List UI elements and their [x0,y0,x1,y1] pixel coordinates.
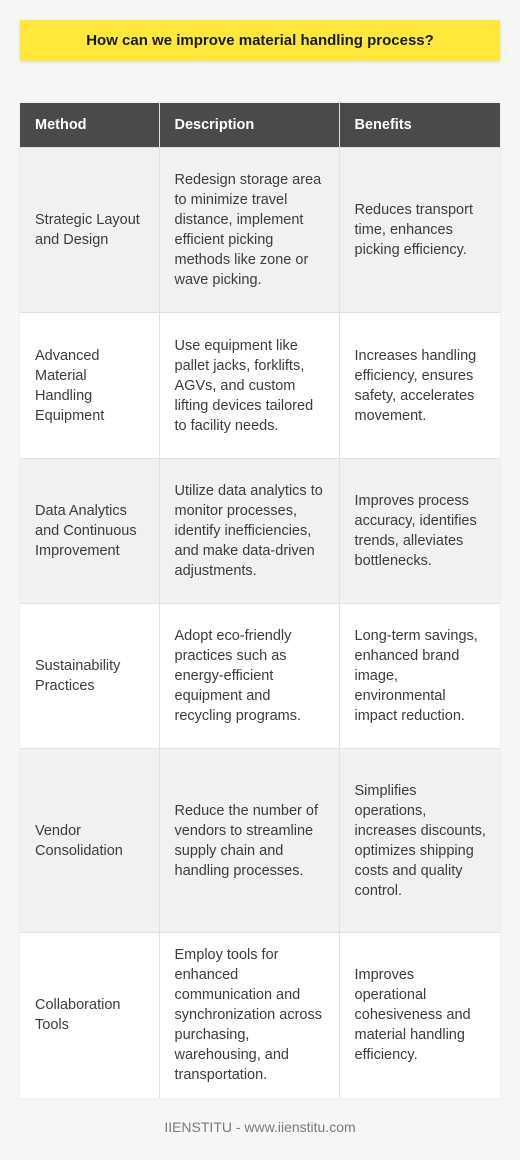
method-cell: Strategic Layout and Design [20,147,160,313]
description-cell: Utilize data analytics to monitor proces… [159,458,340,604]
header-method: Method [20,103,160,148]
method-cell: Vendor Consolidation [20,748,160,933]
description-cell: Reduce the number of vendors to streamli… [159,748,340,933]
table-row: Vendor Consolidation Reduce the number o… [20,748,500,933]
benefits-cell: Reduces transport time, enhances picking… [339,147,500,313]
benefits-cell: Simplifies operations, increases discoun… [339,748,500,933]
header-benefits: Benefits [339,103,500,148]
benefits-cell: Long-term savings, enhanced brand image,… [339,603,500,749]
method-cell: Data Analytics and Continuous Improvemen… [20,458,160,604]
benefits-cell: Increases handling efficiency, ensures s… [339,312,500,459]
table-row: Data Analytics and Continuous Improvemen… [20,458,500,604]
table-row: Sustainability Practices Adopt eco-frien… [20,603,500,749]
table-row: Strategic Layout and Design Redesign sto… [20,147,500,313]
table-row: Collaboration Tools Employ tools for enh… [20,932,500,1098]
footer-credit: IIENSTITU - www.iienstitu.com [164,1119,356,1135]
description-cell: Use equipment like pallet jacks, forklif… [159,312,340,459]
methods-table: Method Description Benefits Strategic La… [20,103,500,1098]
page-title: How can we improve material handling pro… [20,20,500,61]
benefits-cell: Improves process accuracy, identifies tr… [339,458,500,604]
method-cell: Sustainability Practices [20,603,160,749]
description-cell: Adopt eco-friendly practices such as ene… [159,603,340,749]
header-description: Description [159,103,340,148]
method-cell: Collaboration Tools [20,932,160,1098]
description-cell: Employ tools for enhanced communication … [159,932,340,1098]
table-header-row: Method Description Benefits [20,103,500,148]
benefits-cell: Improves operational cohesiveness and ma… [339,932,500,1098]
method-cell: Advanced Material Handling Equipment [20,312,160,459]
description-cell: Redesign storage area to minimize travel… [159,147,340,313]
table-row: Advanced Material Handling Equipment Use… [20,312,500,459]
